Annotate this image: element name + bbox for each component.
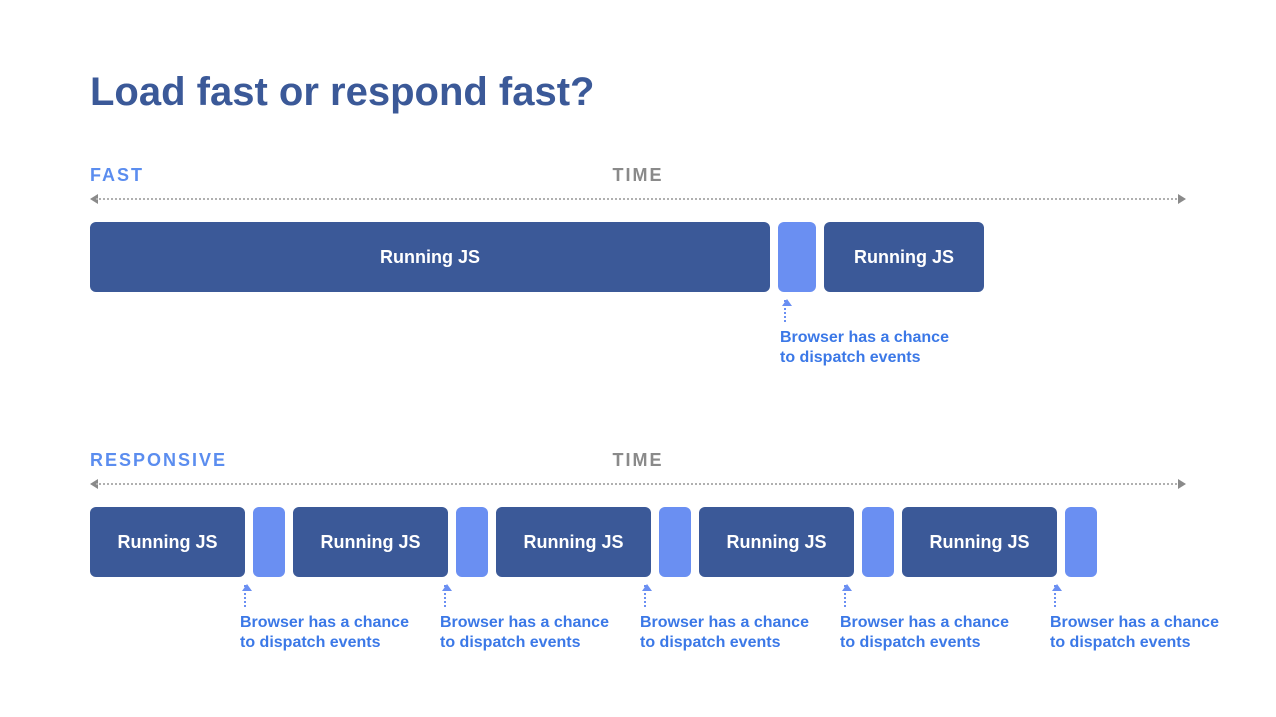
js-block: Running JS	[293, 507, 448, 577]
callout-pointer-icon	[1054, 585, 1056, 607]
dispatch-callout: Browser has a chance to dispatch events	[780, 300, 950, 368]
gap-block	[253, 507, 285, 577]
fast-section: FAST TIME Running JS Running JS Browser …	[90, 165, 1186, 410]
fast-timeline-arrow	[90, 192, 1186, 206]
slide-title: Load fast or respond fast?	[90, 70, 1186, 115]
callout-pointer-icon	[644, 585, 646, 607]
dispatch-callout: Browser has a chance to dispatch events	[840, 585, 1010, 653]
callout-pointer-icon	[844, 585, 846, 607]
js-block: Running JS	[824, 222, 984, 292]
dispatch-callout: Browser has a chance to dispatch events	[640, 585, 810, 653]
callout-text: Browser has a chance to dispatch events	[780, 328, 950, 368]
arrow-right-icon	[1178, 194, 1186, 204]
callout-pointer-icon	[244, 585, 246, 607]
js-block: Running JS	[699, 507, 854, 577]
gap-block	[659, 507, 691, 577]
callout-text: Browser has a chance to dispatch events	[440, 613, 610, 653]
js-block: Running JS	[90, 222, 770, 292]
fast-time-label: TIME	[613, 165, 664, 186]
js-block: Running JS	[496, 507, 651, 577]
timeline-dots	[96, 483, 1180, 485]
arrow-right-icon	[1178, 479, 1186, 489]
responsive-mode-label: RESPONSIVE	[90, 450, 227, 471]
callout-text: Browser has a chance to dispatch events	[840, 613, 1010, 653]
callout-text: Browser has a chance to dispatch events	[1050, 613, 1220, 653]
callout-text: Browser has a chance to dispatch events	[640, 613, 810, 653]
responsive-timeline-arrow	[90, 477, 1186, 491]
js-block: Running JS	[902, 507, 1057, 577]
fast-callouts: Browser has a chance to dispatch events	[90, 300, 1186, 410]
timeline-dots	[96, 198, 1180, 200]
dispatch-callout: Browser has a chance to dispatch events	[240, 585, 410, 653]
gap-block	[1065, 507, 1097, 577]
callout-pointer-icon	[444, 585, 446, 607]
gap-block	[778, 222, 816, 292]
js-block: Running JS	[90, 507, 245, 577]
responsive-time-label: TIME	[613, 450, 664, 471]
responsive-header-row: RESPONSIVE TIME	[90, 450, 1186, 471]
callout-pointer-icon	[784, 300, 786, 322]
responsive-callouts: Browser has a chance to dispatch events …	[90, 585, 1186, 695]
fast-header-row: FAST TIME	[90, 165, 1186, 186]
callout-text: Browser has a chance to dispatch events	[240, 613, 410, 653]
dispatch-callout: Browser has a chance to dispatch events	[1050, 585, 1220, 653]
responsive-track: Running JS Running JS Running JS Running…	[90, 507, 1186, 577]
gap-block	[862, 507, 894, 577]
gap-block	[456, 507, 488, 577]
dispatch-callout: Browser has a chance to dispatch events	[440, 585, 610, 653]
fast-mode-label: FAST	[90, 165, 144, 186]
fast-track: Running JS Running JS	[90, 222, 1186, 292]
responsive-section: RESPONSIVE TIME Running JS Running JS Ru…	[90, 450, 1186, 695]
